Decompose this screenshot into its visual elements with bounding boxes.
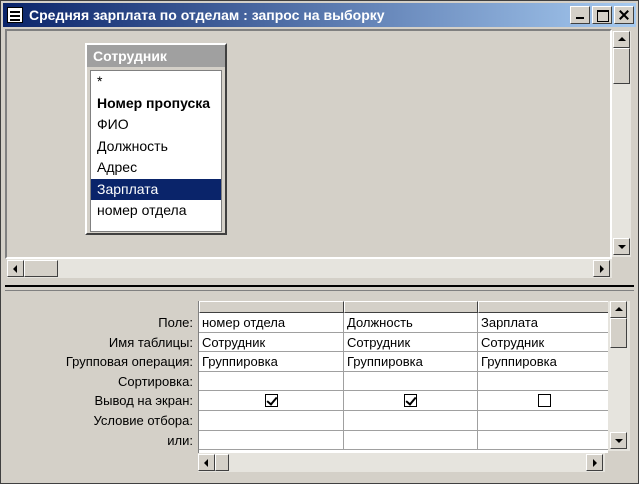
field-list-body[interactable]: * Номер пропуска ФИО Должность Адрес Зарплата… [90,70,222,232]
field-list-item[interactable]: * [91,71,221,93]
grid-row-label: Поле: [158,315,193,330]
grid-cell-show[interactable] [199,391,344,411]
grid-cell-or[interactable] [478,431,608,451]
scroll-right-button[interactable] [586,454,603,471]
show-checkbox[interactable] [404,394,417,408]
scroll-up-button[interactable] [610,301,627,318]
grid-cell-group[interactable]: Группировка [478,352,608,372]
scroll-thumb[interactable] [215,454,229,471]
scroll-left-button[interactable] [7,260,24,277]
arrow-right-icon [593,459,597,467]
field-list-sotrudnik[interactable]: Сотрудник * Номер пропуска ФИО Должность Адр… [85,43,227,235]
window-controls [568,6,634,24]
grid-cell-field[interactable]: Зарплата [478,313,608,333]
arrow-up-icon [618,37,626,41]
table-area[interactable]: Сотрудник * Номер пропуска ФИО Должность Адр… [5,29,612,259]
grid-row-label: или: [167,432,193,448]
grid-row-label: Групповая операция: [65,354,193,370]
column-selector[interactable] [478,301,608,313]
arrow-up-icon [615,307,623,311]
arrow-down-icon [615,439,623,443]
grid-cell-table[interactable]: Сотрудник [199,332,344,353]
grid-cell-group[interactable]: Группировка [344,352,478,372]
field-list-item[interactable]: номер отдела [91,200,221,222]
pane-splitter[interactable] [5,285,634,291]
grid-cell-criteria[interactable] [199,411,344,431]
grid-cell-sort[interactable] [478,372,608,392]
grid-cell-criteria[interactable] [344,411,478,431]
grid-row-label: Вывод на экран: [94,393,193,409]
grid-cell-table[interactable]: Сотрудник [478,333,608,353]
scroll-left-button[interactable] [198,454,215,471]
close-button[interactable] [614,6,634,24]
arrow-left-icon [204,459,208,467]
grid-cell-or[interactable] [344,430,478,451]
scroll-thumb[interactable] [610,318,627,348]
table-area-vertical-scrollbar[interactable] [612,31,631,257]
scroll-up-button[interactable] [613,31,630,48]
grid-cell-table[interactable]: Сотрудник [344,332,478,353]
query-icon[interactable] [7,7,23,23]
grid-cell-field[interactable]: номер отдела [199,313,344,333]
title-bar[interactable]: Средняя зарплата по отделам : запрос на … [3,3,636,27]
grid-cell-sort[interactable] [199,371,344,392]
grid-cell-show[interactable] [478,391,608,411]
window-title: Средняя зарплата по отделам : запрос на … [29,7,385,23]
grid-cell-criteria[interactable] [478,411,608,431]
arrow-right-icon [600,265,604,273]
grid-cell-sort[interactable] [344,371,478,392]
grid-cell-group[interactable]: Группировка [199,352,344,372]
grid-row-label: Условие отбора: [93,412,193,428]
grid-cell-field[interactable]: Должность [344,313,478,333]
field-list-item[interactable]: Адрес [91,157,221,179]
show-checkbox[interactable] [538,394,551,408]
field-list-title[interactable]: Сотрудник [87,45,225,67]
column-selector[interactable] [199,301,344,313]
scroll-down-button[interactable] [610,432,627,449]
field-list-item[interactable]: Должность [91,136,221,158]
query-window: Средняя зарплата по отделам : запрос на … [0,0,639,484]
grid-vertical-scrollbar[interactable] [608,301,630,451]
arrow-down-icon [618,245,626,249]
scroll-right-button[interactable] [593,260,610,277]
grid-row-label: Сортировка: [118,373,193,389]
scroll-thumb[interactable] [613,48,630,84]
field-list-item[interactable]: Номер пропуска [91,93,221,115]
design-grid[interactable]: номер отдела Сотрудник Группировка Должност… [198,301,608,453]
column-selector[interactable] [344,301,478,313]
minimize-button[interactable] [570,6,590,24]
field-list-item[interactable]: ФИО [91,114,221,136]
maximize-button[interactable] [592,6,612,24]
grid-cell-or[interactable] [199,430,344,451]
scroll-thumb[interactable] [24,260,58,277]
grid-row-label: Имя таблицы: [108,334,193,350]
row-labels: Поле: Имя таблицы: Групповая операция: Сорт… [5,313,195,450]
arrow-left-icon [13,265,17,273]
show-checkbox[interactable] [264,394,278,408]
field-list-item[interactable]: Зарплата [91,178,221,200]
scroll-down-button[interactable] [613,238,630,255]
grid-horizontal-scrollbar[interactable] [198,453,605,472]
table-area-horizontal-scrollbar[interactable] [7,259,612,278]
grid-cell-show[interactable] [344,391,478,411]
